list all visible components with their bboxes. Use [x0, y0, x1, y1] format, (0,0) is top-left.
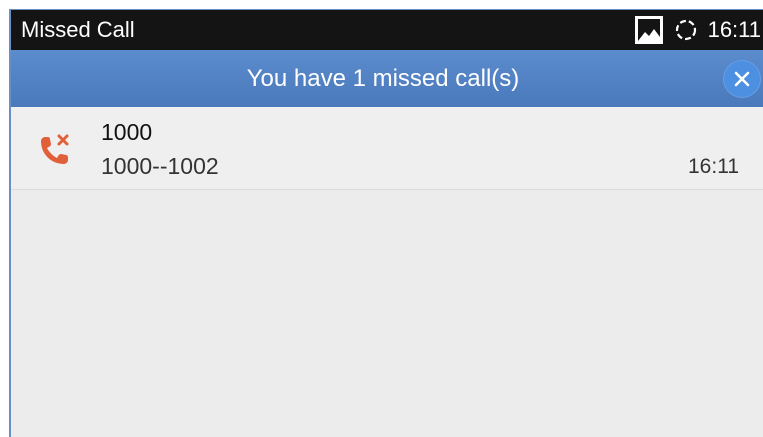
call-time: 16:11 [688, 155, 739, 178]
missed-call-item[interactable]: 1000 1000--1002 16:11 [11, 107, 763, 190]
status-bar: Missed Call 16:11 [11, 10, 763, 50]
close-icon [734, 71, 750, 87]
call-detail: 1000--1002 [101, 153, 219, 179]
sync-icon [674, 18, 698, 42]
close-button[interactable] [723, 60, 761, 98]
status-icons: 16:11 [634, 10, 763, 50]
status-title: Missed Call [21, 17, 135, 42]
notification-message: You have 1 missed call(s) [246, 64, 520, 92]
notification-bar: You have 1 missed call(s) [11, 50, 763, 107]
missed-call-icon [35, 131, 77, 176]
image-icon [634, 15, 664, 45]
caller-name: 1000 [101, 119, 153, 145]
missed-call-window: Missed Call 16:11 You have 1 missed call… [9, 9, 763, 437]
status-time: 16:11 [707, 17, 761, 42]
